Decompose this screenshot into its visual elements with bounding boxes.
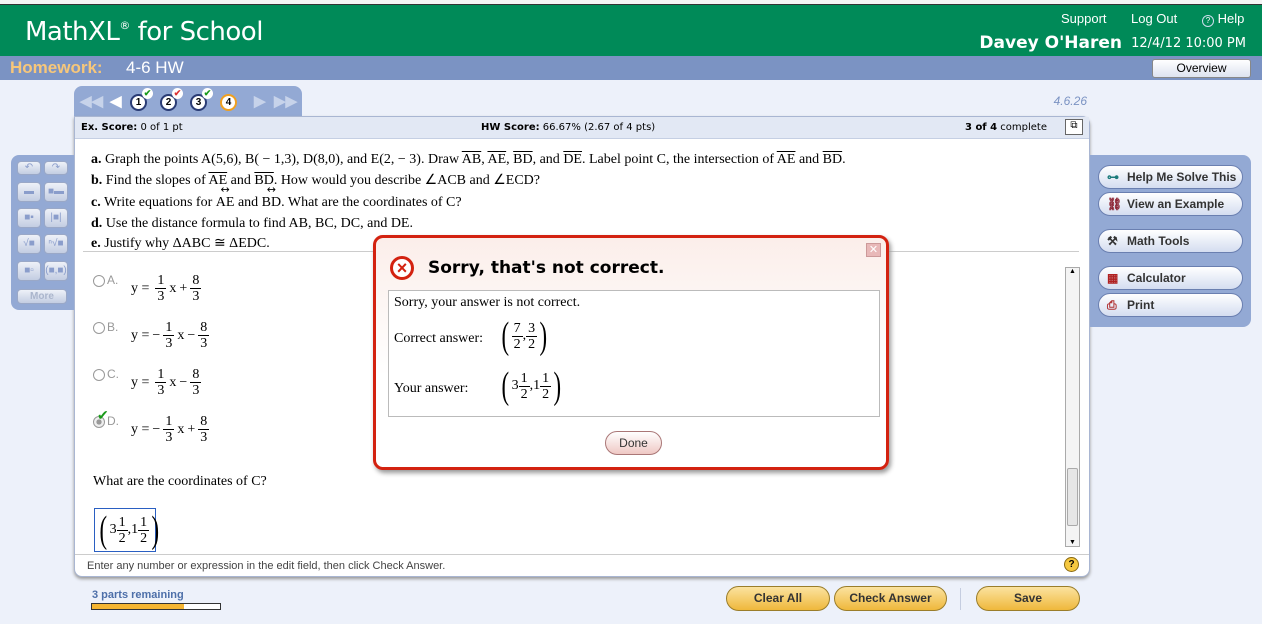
key-icon: ⊶	[1107, 170, 1119, 184]
fraction-icon[interactable]: ▬	[17, 182, 41, 202]
choice-letter: B.	[107, 320, 119, 334]
choice-equation: y = 1 3 x +8 3	[131, 273, 202, 304]
undo-icon[interactable]: ↶	[17, 161, 41, 175]
question-1-button[interactable]: 1 ✔	[130, 88, 153, 111]
instruction-hint: Enter any number or expression in the ed…	[75, 554, 1089, 576]
calculator-button[interactable]: ▦ Calculator	[1098, 266, 1243, 290]
radio-button[interactable]	[93, 322, 105, 334]
scrollbar-thumb[interactable]	[1067, 468, 1078, 526]
error-icon: ×	[390, 256, 414, 280]
previous-question-icon[interactable]: ◀	[110, 92, 122, 110]
question-3-button[interactable]: 3 ✔	[190, 88, 213, 111]
choice-letter: C.	[107, 367, 119, 381]
square-root-icon[interactable]: √■	[17, 234, 41, 254]
radio-button[interactable]	[93, 369, 105, 381]
help-me-solve-button[interactable]: ⊶ Help Me Solve This	[1098, 165, 1243, 189]
part-d: d. Use the distance formula to find AB, …	[91, 215, 413, 231]
first-question-icon[interactable]: ◀◀	[80, 92, 103, 110]
support-link[interactable]: Support	[1061, 11, 1107, 26]
close-icon[interactable]: ✕	[866, 243, 881, 257]
print-button[interactable]: ⎙ Print	[1098, 293, 1243, 317]
divider	[960, 588, 961, 610]
scrollbar[interactable]: ▲ ▼	[1065, 267, 1080, 547]
check-icon: ✔	[202, 88, 213, 99]
exercise-score: Ex. Score: 0 of 1 pt	[81, 122, 183, 133]
scroll-up-icon[interactable]: ▲	[1066, 268, 1079, 275]
date-time: 12/4/12 10:00 PM	[1131, 36, 1246, 51]
correct-answer-label: Correct answer:	[394, 331, 484, 346]
check-answer-button[interactable]: Check Answer	[834, 586, 947, 611]
homework-label: Homework:	[10, 58, 103, 77]
homework-bar: Homework: 4-6 HW Overview	[0, 56, 1262, 80]
question-id: 4.6.26	[1053, 94, 1087, 108]
correct-answer-value: (7 2, 3 2)	[501, 315, 548, 357]
done-button[interactable]: Done	[605, 431, 662, 455]
choice-c[interactable]: C. y = 1 3 x −8 3	[93, 361, 293, 406]
parts-progress-bar	[91, 603, 221, 610]
choice-b[interactable]: B. y = −1 3 x −8 3	[93, 314, 293, 359]
redo-icon[interactable]: ↷	[44, 161, 68, 175]
absolute-value-icon[interactable]: |■|	[44, 208, 68, 228]
mixed-number-icon[interactable]: ■▬	[44, 182, 68, 202]
more-button[interactable]: More	[17, 289, 67, 304]
completion-status: 3 of 4 complete	[965, 122, 1048, 133]
question-nav: ◀◀ ◀ 1 ✔ 2 ✔ 3 ✔ 4 ▶ ▶▶	[74, 86, 302, 117]
choice-d[interactable]: ✔ D. y = −1 3 x +8 3	[93, 408, 293, 453]
your-answer-label: Your answer:	[394, 381, 469, 396]
math-palette: ↶ ↷ ▬ ■▬ ■▪ |■| √■ ⁿ√■ ■▫ (■,■) More	[11, 155, 74, 310]
choice-equation: y = −1 3 x +8 3	[131, 414, 210, 445]
math-tools-button[interactable]: ⚒ Math Tools	[1098, 229, 1243, 253]
tools-icon: ⚒	[1107, 234, 1118, 248]
question-4-button[interactable]: 4	[220, 94, 237, 111]
overview-button[interactable]: Overview	[1152, 59, 1251, 78]
part-a: a. Graph the points A(5,6), B( − 1,3), D…	[91, 152, 846, 167]
coordinates-prompt: What are the coordinates of C?	[93, 474, 267, 489]
partial-check-icon: ✔	[172, 88, 183, 99]
nth-root-icon[interactable]: ⁿ√■	[44, 234, 68, 254]
dialog-title: Sorry, that's not correct.	[428, 258, 665, 278]
next-question-icon[interactable]: ▶	[254, 92, 266, 110]
answer-input[interactable]: (3 1 2, 1 1 2)	[94, 508, 159, 552]
printer-icon: ⎙	[1107, 298, 1117, 312]
choice-letter: A.	[107, 273, 119, 287]
calculator-icon: ▦	[1107, 271, 1119, 285]
logout-link[interactable]: Log Out	[1131, 11, 1177, 26]
ordered-pair-icon[interactable]: (■,■)	[44, 261, 68, 281]
part-c: c. Write equations for AE and BD. What a…	[91, 180, 846, 214]
clear-all-button[interactable]: Clear All	[726, 586, 830, 611]
parts-remaining: 3 parts remaining	[92, 589, 184, 601]
help-panel: ⊶ Help Me Solve This ⛓ View an Example ⚒ Ma…	[1090, 155, 1251, 327]
binoculars-icon: ⛓	[1107, 197, 1123, 211]
feedback-dialog: ✕ × Sorry, that's not correct. Sorry, yo…	[373, 235, 889, 470]
save-button[interactable]: Save	[976, 586, 1080, 611]
progress-fill	[92, 604, 185, 609]
part-b: b. Find the slopes of AE and BD. How wou…	[91, 172, 540, 188]
help-question-icon[interactable]: ?	[1064, 557, 1079, 572]
logo: MathXL® for School	[25, 17, 263, 47]
subscript-icon[interactable]: ■▫	[17, 261, 41, 281]
homework-score: HW Score: 66.67% (2.67 of 4 pts)	[481, 122, 656, 133]
feedback-message: Sorry, your answer is not correct.	[394, 295, 581, 310]
choice-equation: y = 1 3 x −8 3	[131, 367, 202, 398]
user-name: Davey O'Haren	[979, 33, 1122, 53]
your-answer-value: (3 1 2, 1 1 2)	[501, 365, 562, 407]
check-icon: ✔	[142, 88, 153, 99]
score-bar: Ex. Score: 0 of 1 pt HW Score: 66.67% (2…	[75, 117, 1089, 139]
choice-equation: y = −1 3 x −8 3	[131, 320, 210, 351]
choice-a[interactable]: A. y = 1 3 x +8 3	[93, 267, 293, 312]
question-2-button[interactable]: 2 ✔	[160, 88, 183, 111]
app-header: MathXL® for School Support Log Out ? Hel…	[0, 5, 1262, 56]
homework-name: 4-6 HW	[126, 58, 184, 77]
exponent-icon[interactable]: ■▪	[17, 208, 41, 228]
radio-button[interactable]	[93, 275, 105, 287]
help-circle-icon: ?	[1202, 15, 1214, 27]
popout-icon[interactable]: ⧉	[1065, 119, 1083, 135]
help-link[interactable]: ? Help	[1202, 11, 1244, 27]
choice-letter: D.	[107, 414, 119, 428]
last-question-icon[interactable]: ▶▶	[274, 92, 297, 110]
view-example-button[interactable]: ⛓ View an Example	[1098, 192, 1243, 216]
scroll-down-icon[interactable]: ▼	[1066, 539, 1079, 546]
dialog-body: Sorry, your answer is not correct. Corre…	[388, 290, 880, 417]
